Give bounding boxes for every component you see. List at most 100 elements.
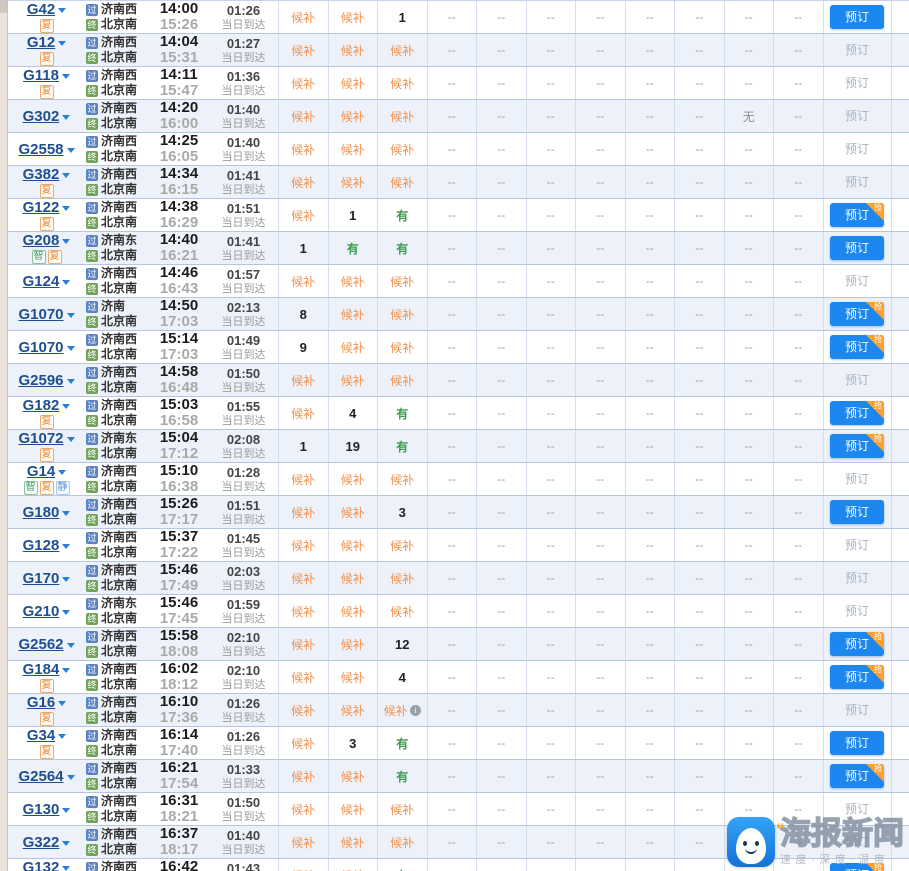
train-number-link[interactable]: G322 [23,835,60,850]
train-number-link[interactable]: G118 [23,68,59,83]
train-number-link[interactable]: G184 [23,662,60,677]
book-button[interactable]: 预订抢 [830,863,884,871]
seat-cell[interactable]: 候补 [278,100,328,132]
seat-cell[interactable]: 候补 [377,67,427,99]
seat-cell[interactable]: 候补 [278,694,328,726]
seat-cell[interactable]: 候补 [278,760,328,792]
seat-cell[interactable]: 候补 [278,397,328,429]
chevron-down-icon[interactable] [62,238,71,244]
seat-cell[interactable]: 候补 [327,34,378,66]
seat-cell[interactable]: 候补 [327,100,378,132]
seat-cell[interactable]: 候补 [327,133,378,165]
chevron-down-icon[interactable] [62,865,71,871]
train-number-link[interactable]: G12 [27,35,55,50]
chevron-down-icon[interactable] [58,469,67,475]
seat-cell[interactable]: 候补 [327,595,378,627]
book-button[interactable]: 预订抢 [830,335,884,359]
train-number-link[interactable]: G34 [27,728,55,743]
train-number-link[interactable]: G128 [23,538,60,553]
book-button[interactable]: 预订抢 [830,401,884,425]
chevron-down-icon[interactable] [62,172,71,178]
chevron-down-icon[interactable] [66,436,75,442]
seat-cell[interactable]: 候补 [377,133,427,165]
chevron-down-icon[interactable] [62,840,71,846]
seat-cell[interactable]: 候补 [278,727,328,759]
seat-cell[interactable]: 候补 [278,595,328,627]
seat-cell[interactable]: 候补 [327,496,378,528]
chevron-down-icon[interactable] [62,403,71,409]
seat-cell[interactable]: 候补 [327,265,378,297]
seat-cell[interactable]: 候补 [327,331,378,363]
train-number-link[interactable]: G210 [23,604,60,619]
seat-cell[interactable]: 候补 [327,364,378,396]
chevron-down-icon[interactable] [58,40,67,46]
seat-cell[interactable]: 候补 [278,34,328,66]
chevron-down-icon[interactable] [62,609,71,615]
seat-cell[interactable]: 候补 [327,1,378,33]
seat-cell[interactable]: 候补 [377,265,427,297]
seat-cell[interactable]: 候补 [278,826,328,858]
book-button[interactable]: 预订 [830,500,884,524]
seat-cell[interactable]: 候补 [327,793,378,825]
seat-cell[interactable]: 候补 [327,694,378,726]
chevron-down-icon[interactable] [66,147,75,153]
chevron-down-icon[interactable] [66,345,75,351]
seat-cell[interactable]: 候补 [278,628,328,660]
train-number-link[interactable]: G302 [23,109,60,124]
chevron-down-icon[interactable] [62,667,71,673]
seat-cell[interactable]: 候补 [377,595,427,627]
seat-cell[interactable]: 候补 [377,364,427,396]
chevron-down-icon[interactable] [58,733,67,739]
seat-cell[interactable]: 候补 [278,463,328,495]
seat-cell[interactable]: 候补 [377,34,427,66]
train-number-link[interactable]: G16 [27,695,55,710]
seat-cell[interactable]: 候补 [278,364,328,396]
seat-cell[interactable]: 候补 [377,298,427,330]
seat-cell[interactable]: 候补 [377,463,427,495]
train-number-link[interactable]: G132 [23,860,60,871]
seat-cell[interactable]: 候补 [278,67,328,99]
chevron-down-icon[interactable] [62,510,71,516]
chevron-down-icon[interactable] [66,774,75,780]
chevron-down-icon[interactable] [61,73,70,79]
chevron-down-icon[interactable] [62,114,71,120]
seat-cell[interactable]: 候补 [377,562,427,594]
train-number-link[interactable]: G208 [23,233,60,248]
book-button[interactable]: 预订 [830,731,884,755]
seat-cell[interactable]: 候补 [278,529,328,561]
train-number-link[interactable]: G2562 [18,637,63,652]
book-button[interactable]: 预订抢 [830,302,884,326]
chevron-down-icon[interactable] [66,312,75,318]
train-number-link[interactable]: G14 [27,464,55,479]
seat-cell[interactable]: 候补 [278,1,328,33]
seat-cell[interactable]: 候补 [278,562,328,594]
chevron-down-icon[interactable] [62,205,71,211]
seat-cell[interactable]: 候补 [327,859,378,871]
seat-cell[interactable]: 候补 [327,166,378,198]
train-number-link[interactable]: G124 [23,274,60,289]
seat-cell[interactable]: 候补 [327,529,378,561]
train-number-link[interactable]: G2558 [18,142,63,157]
seat-cell[interactable]: 候补 [377,529,427,561]
seat-cell[interactable]: 候补 [327,463,378,495]
seat-cell[interactable]: 候补 [278,199,328,231]
book-button[interactable]: 预订 [830,5,884,29]
seat-cell[interactable]: 候补 [327,760,378,792]
train-number-link[interactable]: G130 [23,802,60,817]
book-button[interactable]: 预订抢 [830,665,884,689]
seat-cell[interactable]: 候补 [278,133,328,165]
chevron-down-icon[interactable] [66,378,75,384]
train-number-link[interactable]: G1072 [18,431,63,446]
seat-cell[interactable]: 候补 [278,661,328,693]
seat-cell[interactable]: 候补 [327,661,378,693]
seat-cell[interactable]: 候补 [377,793,427,825]
train-number-link[interactable]: G2596 [18,373,63,388]
train-number-link[interactable]: G182 [23,398,60,413]
seat-cell[interactable]: 候补 [377,166,427,198]
seat-cell[interactable]: 候补 [278,166,328,198]
seat-cell[interactable]: 候补 [327,562,378,594]
book-button[interactable]: 预订 [830,236,884,260]
seat-cell[interactable]: 候补 [377,826,427,858]
seat-cell[interactable]: 候补 [278,496,328,528]
train-number-link[interactable]: G122 [23,200,60,215]
